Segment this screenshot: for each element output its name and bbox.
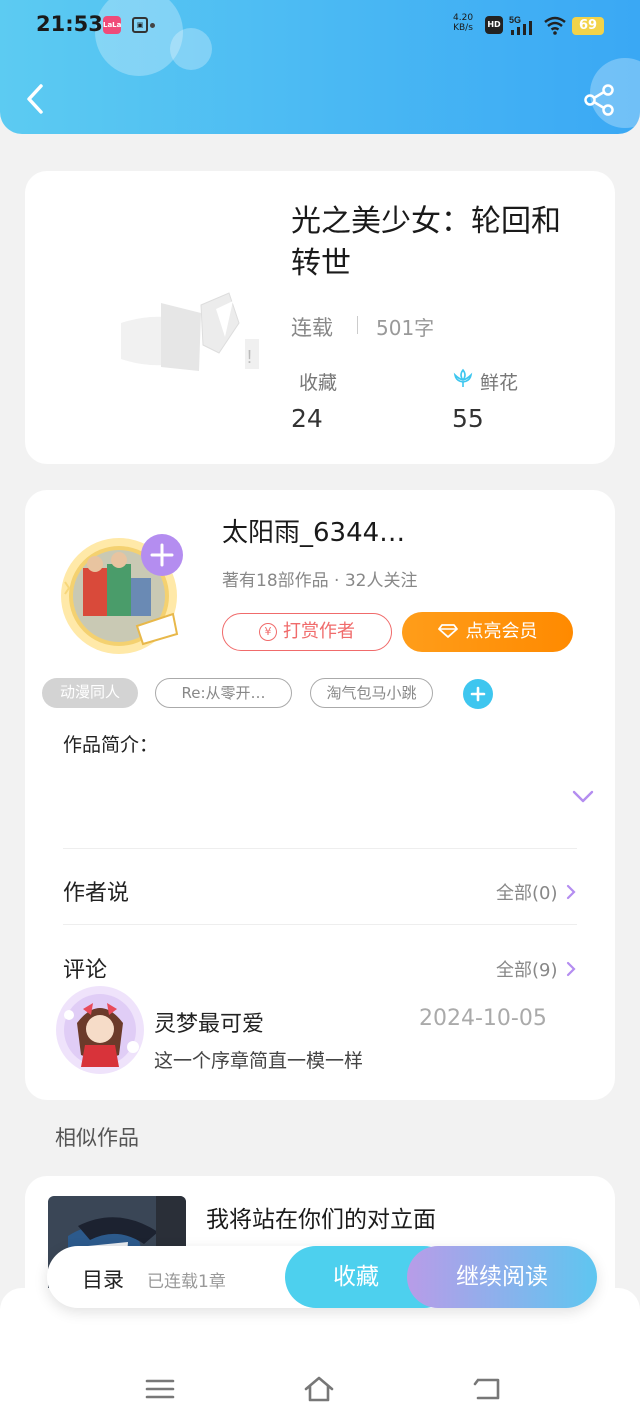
- top-header: 21:53 LaLa ▣ 4.20 KB/s HD 5G 69: [0, 0, 640, 134]
- divider: [357, 316, 358, 334]
- commenter-avatar[interactable]: [55, 985, 145, 1075]
- tag-item[interactable]: Re:从零开…: [155, 678, 292, 708]
- commenter-name: 灵梦最可爱: [154, 1012, 265, 1037]
- book-info-card: ! 光之美少女：轮回和转世 连载 501字 收藏 鲜花 24 55: [25, 171, 615, 464]
- chapter-count: 已连载1章: [147, 1272, 226, 1292]
- tip-author-label: 打赏作者: [283, 621, 355, 642]
- vip-label: 点亮会员: [465, 621, 538, 642]
- signal-icon: 5G: [509, 15, 532, 35]
- intro-label: 作品简介：: [63, 734, 159, 756]
- yuan-icon: ¥: [259, 623, 277, 641]
- network-speed-value: 4.20: [453, 13, 474, 23]
- similar-work-title: 我将站在你们的对立面: [206, 1207, 436, 1233]
- author-meta: 著有18部作品 · 32人关注: [222, 571, 418, 591]
- author-name[interactable]: 太阳雨_6344…: [222, 512, 405, 549]
- comments-label: 评论: [63, 958, 108, 983]
- add-tag-button[interactable]: [463, 679, 493, 709]
- vip-button[interactable]: 点亮会员: [402, 612, 573, 652]
- bottom-sheet: [0, 1288, 640, 1427]
- plus-icon: [150, 543, 174, 567]
- chevron-right-icon: [566, 961, 576, 977]
- comment-text: 这一个序章简直一模一样: [154, 1050, 364, 1072]
- tag-item[interactable]: 动漫同人: [42, 678, 138, 708]
- toc-button[interactable]: 目录: [82, 1264, 124, 1294]
- favorites-count: 24: [291, 404, 323, 433]
- author-says-label: 作者说: [63, 881, 130, 906]
- chevron-right-icon: [566, 884, 576, 900]
- flower-icon: [453, 368, 473, 387]
- share-icon[interactable]: [582, 84, 616, 116]
- continue-reading-button[interactable]: 继续阅读: [407, 1246, 597, 1308]
- book-title: 光之美少女：轮回和转世: [291, 204, 561, 281]
- chevron-down-icon[interactable]: [572, 790, 594, 804]
- back-nav-icon[interactable]: [472, 1375, 504, 1403]
- follow-author-button[interactable]: [141, 534, 183, 576]
- author-card: 太阳雨_6344… 著有18部作品 · 32人关注 ¥ 打赏作者 点亮会员 动漫同…: [25, 490, 615, 1100]
- divider: [63, 924, 577, 925]
- wifi-icon: [544, 16, 566, 35]
- network-speed-unit: KB/s: [453, 23, 473, 33]
- author-says-all-label: 全部(0): [496, 883, 558, 904]
- divider: [63, 848, 577, 849]
- word-count: 501字: [376, 316, 435, 340]
- cover-placeholder-image: !: [121, 292, 259, 371]
- battery-icon: 69: [572, 17, 604, 35]
- network-speed: 4.20 KB/s: [453, 13, 473, 33]
- similar-works-label: 相似作品: [55, 1126, 139, 1150]
- comments-all-label: 全部(9): [496, 960, 558, 981]
- app-notification-icon: LaLa: [103, 16, 121, 34]
- book-status: 连载: [291, 316, 333, 340]
- flowers-count: 55: [452, 404, 484, 433]
- hd-icon: HD: [485, 16, 503, 34]
- bottom-action-bar: 目录 已连载1章 收藏 继续阅读: [47, 1246, 597, 1308]
- status-time: 21:53: [36, 12, 103, 36]
- plus-icon: [470, 686, 486, 702]
- tip-author-button[interactable]: ¥ 打赏作者: [222, 613, 392, 651]
- tag-item[interactable]: 淘气包马小跳: [310, 678, 433, 708]
- home-icon[interactable]: [303, 1375, 335, 1403]
- author-says-all-link[interactable]: 全部(0): [496, 879, 576, 905]
- menu-icon[interactable]: [144, 1375, 176, 1403]
- status-bar: 21:53 LaLa ▣ 4.20 KB/s HD 5G 69: [0, 10, 640, 42]
- flowers-label: 鲜花: [480, 372, 519, 394]
- comment-date: 2024-10-05: [419, 1006, 547, 1031]
- chevron-left-icon[interactable]: [22, 82, 48, 116]
- signal-type: 5G: [509, 15, 521, 25]
- notification-dot: [150, 23, 155, 28]
- diamond-icon: [437, 624, 458, 638]
- favorites-label: 收藏: [299, 372, 338, 394]
- svg-text:!: !: [247, 347, 252, 367]
- app-notification-icon: ▣: [132, 17, 148, 33]
- comments-all-link[interactable]: 全部(9): [496, 956, 576, 982]
